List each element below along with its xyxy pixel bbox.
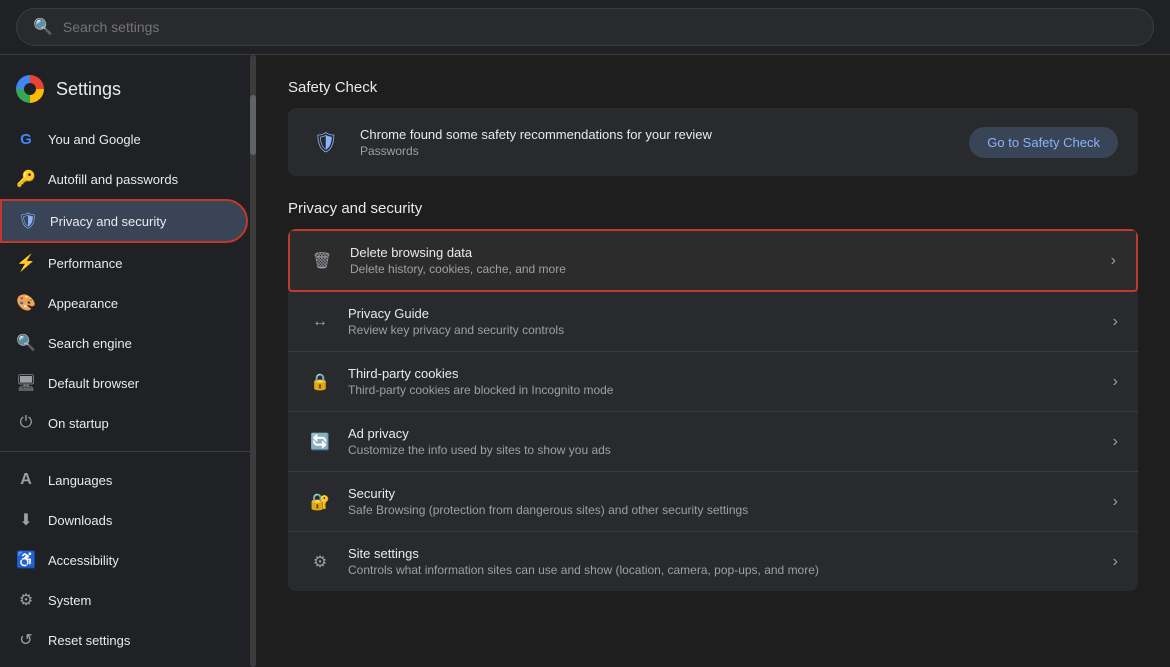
- sidebar-item-downloads[interactable]: ⬇ Downloads: [0, 500, 248, 540]
- privacy-item-sub: Safe Browsing (protection from dangerous…: [348, 503, 1097, 517]
- sidebar-item-label: Downloads: [48, 513, 112, 528]
- chevron-right-icon: ›: [1113, 433, 1118, 451]
- privacy-item-privacy-guide[interactable]: ↔ Privacy Guide Review key privacy and s…: [288, 292, 1138, 352]
- sidebar-item-label: Appearance: [48, 296, 118, 311]
- sidebar-item-label: Privacy and security: [50, 214, 166, 229]
- privacy-item-text: Privacy Guide Review key privacy and sec…: [348, 306, 1097, 337]
- system-icon: ⚙: [16, 590, 36, 610]
- sidebar-item-system[interactable]: ⚙ System: [0, 580, 248, 620]
- sidebar-scrollbar[interactable]: [250, 55, 256, 667]
- privacy-guide-icon: ↔: [308, 310, 332, 334]
- sidebar-item-label: Search engine: [48, 336, 132, 351]
- privacy-item-text: Third-party cookies Third-party cookies …: [348, 366, 1097, 397]
- privacy-item-title: Delete browsing data: [350, 245, 1095, 260]
- chevron-right-icon: ›: [1111, 252, 1116, 270]
- sidebar-divider: [0, 451, 256, 452]
- sidebar-item-appearance[interactable]: 🎨 Appearance: [0, 283, 248, 323]
- sidebar-item-label: Performance: [48, 256, 122, 271]
- sidebar-item-on-startup[interactable]: ⏻ On startup: [0, 403, 248, 443]
- cookies-icon: 🔒: [308, 370, 332, 394]
- reset-icon: ↺: [16, 630, 36, 650]
- trash-icon: 🗑: [310, 249, 334, 273]
- privacy-item-security[interactable]: 🔐 Security Safe Browsing (protection fro…: [288, 472, 1138, 532]
- privacy-section-title: Privacy and security: [288, 200, 1138, 217]
- site-settings-icon: ⚙: [308, 550, 332, 574]
- search-engine-icon: 🔍: [16, 333, 36, 353]
- privacy-item-text: Delete browsing data Delete history, coo…: [350, 245, 1095, 276]
- ad-privacy-icon: 🔄: [308, 430, 332, 454]
- privacy-item-sub: Customize the info used by sites to show…: [348, 443, 1097, 457]
- search-input[interactable]: [63, 19, 1137, 35]
- sidebar-item-reset[interactable]: ↺ Reset settings: [0, 620, 248, 660]
- sidebar-item-you-google[interactable]: G You and Google: [0, 119, 248, 159]
- privacy-item-text: Security Safe Browsing (protection from …: [348, 486, 1097, 517]
- sidebar-item-performance[interactable]: ⚡ Performance: [0, 243, 248, 283]
- privacy-item-sub: Review key privacy and security controls: [348, 323, 1097, 337]
- search-box[interactable]: 🔍: [16, 8, 1154, 46]
- privacy-item-third-party-cookies[interactable]: 🔒 Third-party cookies Third-party cookie…: [288, 352, 1138, 412]
- privacy-item-title: Site settings: [348, 546, 1097, 561]
- appearance-icon: 🎨: [16, 293, 36, 313]
- sidebar-item-label: Languages: [48, 473, 112, 488]
- sidebar-item-privacy[interactable]: 🛡 Privacy and security: [0, 199, 248, 243]
- sidebar-item-label: Autofill and passwords: [48, 172, 178, 187]
- startup-icon: ⏻: [16, 413, 36, 433]
- privacy-item-title: Privacy Guide: [348, 306, 1097, 321]
- sidebar-item-label: System: [48, 593, 91, 608]
- sidebar-header: Settings: [0, 63, 256, 119]
- main-layout: Settings G You and Google 🔑 Autofill and…: [0, 55, 1170, 667]
- sidebar-item-accessibility[interactable]: ♿ Accessibility: [0, 540, 248, 580]
- safety-check-card: 🛡 Chrome found some safety recommendatio…: [288, 108, 1138, 176]
- privacy-item-site-settings[interactable]: ⚙ Site settings Controls what informatio…: [288, 532, 1138, 591]
- privacy-item-title: Security: [348, 486, 1097, 501]
- downloads-icon: ⬇: [16, 510, 36, 530]
- sidebar-item-label: Accessibility: [48, 553, 119, 568]
- privacy-item-sub: Controls what information sites can use …: [348, 563, 1097, 577]
- privacy-section: Privacy and security 🗑 Delete browsing d…: [288, 200, 1138, 591]
- sidebar-item-label: On startup: [48, 416, 109, 431]
- chevron-right-icon: ›: [1113, 373, 1118, 391]
- sidebar-item-default-browser[interactable]: 🖥 Default browser: [0, 363, 248, 403]
- search-icon: 🔍: [33, 17, 53, 37]
- privacy-list: 🗑 Delete browsing data Delete history, c…: [288, 229, 1138, 591]
- chevron-right-icon: ›: [1113, 493, 1118, 511]
- privacy-item-delete-browsing[interactable]: 🗑 Delete browsing data Delete history, c…: [288, 229, 1138, 292]
- privacy-item-ad-privacy[interactable]: 🔄 Ad privacy Customize the info used by …: [288, 412, 1138, 472]
- privacy-item-sub: Third-party cookies are blocked in Incog…: [348, 383, 1097, 397]
- sidebar: Settings G You and Google 🔑 Autofill and…: [0, 55, 256, 667]
- content-area: Safety Check 🛡 Chrome found some safety …: [256, 55, 1170, 667]
- chevron-right-icon: ›: [1113, 553, 1118, 571]
- chrome-logo: [16, 75, 44, 103]
- go-to-safety-check-button[interactable]: Go to Safety Check: [969, 127, 1118, 158]
- privacy-item-sub: Delete history, cookies, cache, and more: [350, 262, 1095, 276]
- safety-check-sub: Passwords: [360, 144, 953, 158]
- safety-check-section-title: Safety Check: [288, 79, 1138, 96]
- sidebar-item-search-engine[interactable]: 🔍 Search engine: [0, 323, 248, 363]
- sidebar-item-label: You and Google: [48, 132, 141, 147]
- privacy-item-title: Ad privacy: [348, 426, 1097, 441]
- sidebar-item-languages[interactable]: A Languages: [0, 460, 248, 500]
- shield-icon: 🛡: [18, 211, 38, 231]
- chevron-right-icon: ›: [1113, 313, 1118, 331]
- top-bar: 🔍: [0, 0, 1170, 55]
- safety-check-text: Chrome found some safety recommendations…: [360, 127, 953, 158]
- safety-shield-icon: 🛡: [308, 124, 344, 160]
- sidebar-scrollbar-thumb: [250, 95, 256, 155]
- privacy-item-text: Site settings Controls what information …: [348, 546, 1097, 577]
- privacy-item-title: Third-party cookies: [348, 366, 1097, 381]
- languages-icon: A: [16, 470, 36, 490]
- sidebar-item-autofill[interactable]: 🔑 Autofill and passwords: [0, 159, 248, 199]
- settings-title: Settings: [56, 79, 121, 100]
- performance-icon: ⚡: [16, 253, 36, 273]
- autofill-icon: 🔑: [16, 169, 36, 189]
- google-icon: G: [16, 129, 36, 149]
- browser-icon: 🖥: [16, 373, 36, 393]
- privacy-item-text: Ad privacy Customize the info used by si…: [348, 426, 1097, 457]
- accessibility-icon: ♿: [16, 550, 36, 570]
- security-icon: 🔐: [308, 490, 332, 514]
- safety-check-title: Chrome found some safety recommendations…: [360, 127, 953, 142]
- sidebar-item-label: Default browser: [48, 376, 139, 391]
- sidebar-item-label: Reset settings: [48, 633, 130, 648]
